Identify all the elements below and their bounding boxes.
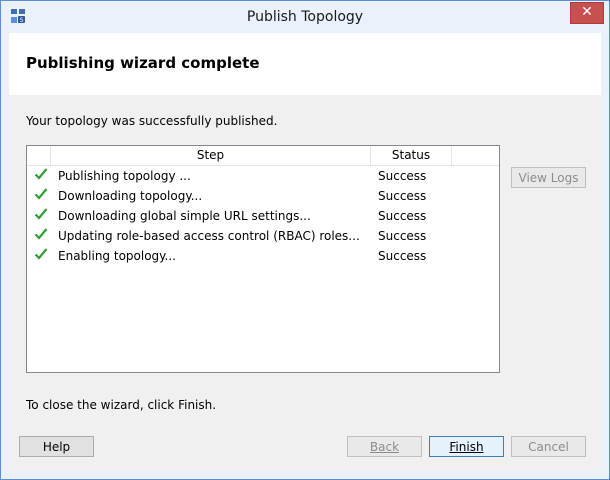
table-row[interactable]: Updating role-based access control (RBAC… <box>27 226 499 246</box>
table-row[interactable]: Downloading topology... Success <box>27 186 499 206</box>
step-cell: Downloading topology... <box>58 189 203 203</box>
column-header-status[interactable]: Status <box>371 146 452 165</box>
close-button[interactable]: ✕ <box>570 2 604 24</box>
help-button[interactable]: Help <box>19 436 94 457</box>
title-bar[interactable]: S Publish Topology ✕ <box>1 1 609 33</box>
checkmark-icon <box>34 248 48 260</box>
cancel-button[interactable]: Cancel <box>511 436 586 457</box>
step-cell: Downloading global simple URL settings..… <box>58 209 311 223</box>
cancel-label: Cancel <box>528 440 569 454</box>
window-title: Publish Topology <box>246 9 364 25</box>
checkmark-icon <box>34 208 48 220</box>
steps-list[interactable]: Step Status Publishing topology ... Succ… <box>26 145 500 373</box>
back-button[interactable]: Back <box>347 436 422 457</box>
checkmark-icon <box>34 228 48 240</box>
checkmark-icon <box>34 168 48 180</box>
back-label: Back <box>369 440 400 454</box>
view-logs-button[interactable]: View Logs <box>511 167 586 188</box>
step-cell: Publishing topology ... <box>58 169 191 183</box>
footer-message: To close the wizard, click Finish. <box>26 398 217 412</box>
step-cell: Enabling topology... <box>58 249 176 263</box>
status-cell: Success <box>378 189 427 203</box>
finish-label: Finish <box>449 440 484 454</box>
table-row[interactable]: Enabling topology... Success <box>27 246 499 266</box>
publish-topology-window: S Publish Topology ✕ Publishing wizard c… <box>0 0 610 480</box>
table-row[interactable]: Downloading global simple URL settings..… <box>27 206 499 226</box>
status-cell: Success <box>378 229 427 243</box>
page-title: Publishing wizard complete <box>26 54 260 72</box>
list-header: Step Status <box>27 146 499 166</box>
table-row[interactable]: Publishing topology ... Success <box>27 166 499 186</box>
column-header-icon[interactable] <box>27 146 51 165</box>
finish-button[interactable]: Finish <box>429 436 504 457</box>
checkmark-icon <box>34 188 48 200</box>
status-cell: Success <box>378 249 427 263</box>
column-header-filler <box>452 146 500 165</box>
dialog-client-area: Publishing wizard complete Your topology… <box>9 33 601 471</box>
status-cell: Success <box>378 169 427 183</box>
wizard-header: Publishing wizard complete <box>9 33 601 95</box>
close-icon: ✕ <box>581 4 593 20</box>
view-logs-label: View Logs <box>518 171 579 185</box>
status-message: Your topology was successfully published… <box>26 114 278 128</box>
column-header-step[interactable]: Step <box>51 146 371 165</box>
status-cell: Success <box>378 209 427 223</box>
help-label: Help <box>42 440 71 454</box>
step-cell: Updating role-based access control (RBAC… <box>58 229 360 243</box>
